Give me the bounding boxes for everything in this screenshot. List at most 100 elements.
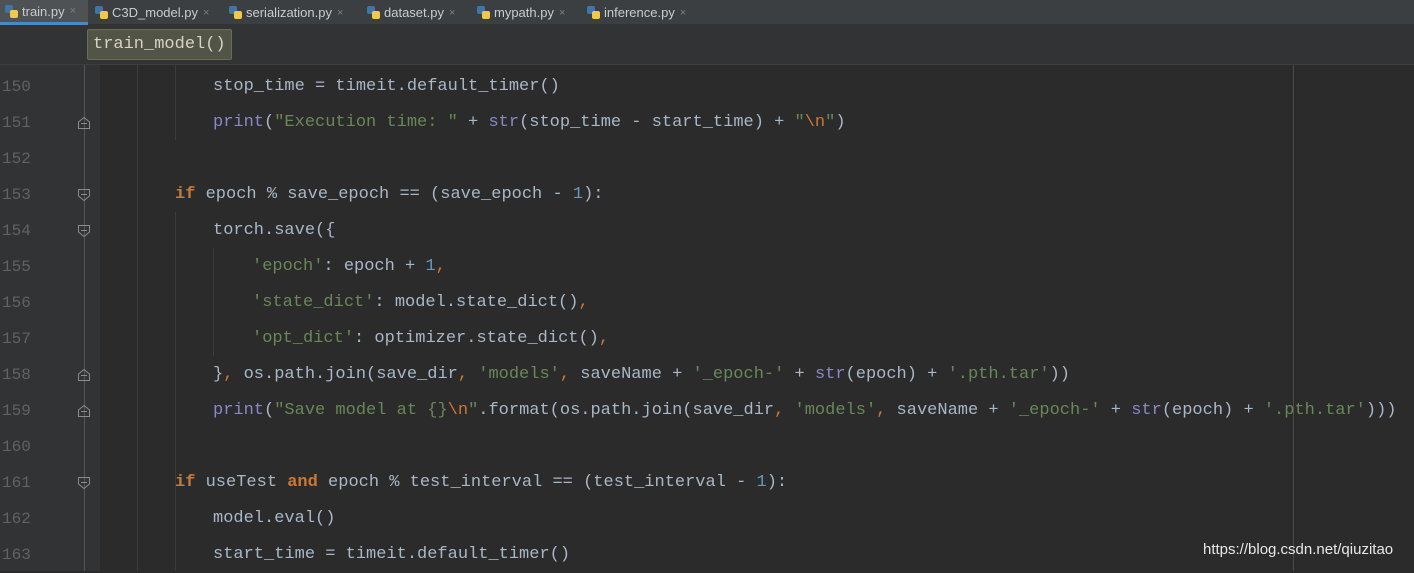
- indent-guide: [175, 65, 176, 140]
- tab-train-py[interactable]: train.py ×: [0, 0, 88, 25]
- code-line[interactable]: 150 stop_time = timeit.default_timer(): [0, 69, 1414, 105]
- line-number: 158: [2, 366, 31, 384]
- code-token: )): [1049, 365, 1071, 384]
- code-token: str: [488, 113, 520, 132]
- fold-start-icon[interactable]: [77, 188, 91, 202]
- line-number: 154: [2, 222, 31, 240]
- code-token: ,: [774, 401, 785, 420]
- tab-mypath-py[interactable]: mypath.py ×: [472, 0, 580, 25]
- code-line[interactable]: 154 torch.save({: [0, 213, 1414, 249]
- code-token: ": [825, 113, 836, 132]
- line-number: 153: [2, 186, 31, 204]
- code-line[interactable]: 151 print("Execution time: " + str(stop_t…: [0, 105, 1414, 141]
- python-file-icon: [367, 6, 380, 19]
- code-text: }, os.path.join(save_dir, 'models', save…: [213, 357, 1070, 393]
- code-token: ,: [223, 365, 234, 384]
- tab-inference-py[interactable]: inference.py ×: [582, 0, 692, 25]
- code-text: stop_time = timeit.default_timer(): [213, 69, 560, 105]
- code-token: str: [814, 365, 846, 384]
- close-icon[interactable]: ×: [559, 7, 565, 19]
- fold-end-icon[interactable]: [77, 116, 91, 130]
- close-icon[interactable]: ×: [203, 7, 209, 19]
- line-number: 152: [2, 150, 31, 168]
- code-token: : optimizer.state_dict(): [354, 329, 599, 348]
- code-text: 'opt_dict': optimizer.state_dict(),: [252, 321, 609, 357]
- code-token: 'state_dict': [252, 293, 375, 312]
- code-token: '.pth.tar': [947, 365, 1050, 384]
- line-number: 161: [2, 474, 31, 492]
- line-number: 160: [2, 438, 31, 456]
- code-token: 1: [425, 257, 436, 276]
- tab-label: C3D_model.py: [112, 5, 198, 20]
- code-line[interactable]: 158 }, os.path.join(save_dir, 'models', s…: [0, 357, 1414, 393]
- indent-guide: [213, 248, 214, 356]
- code-token: ,: [578, 293, 589, 312]
- code-line[interactable]: 160: [0, 429, 1414, 465]
- code-token: +: [1100, 401, 1132, 420]
- close-icon[interactable]: ×: [449, 7, 455, 19]
- code-token: saveName +: [570, 365, 693, 384]
- code-token: : model.state_dict(): [374, 293, 579, 312]
- line-number: 162: [2, 510, 31, 528]
- code-line[interactable]: 162 model.eval(): [0, 501, 1414, 537]
- fold-start-icon[interactable]: [77, 476, 91, 490]
- code-token: epoch % save_epoch == (save_epoch -: [195, 185, 573, 204]
- code-text: print("Save model at {}\n".format(os.pat…: [213, 393, 1397, 429]
- tab-c3d-model-py[interactable]: C3D_model.py ×: [90, 0, 222, 25]
- line-number: 151: [2, 114, 31, 132]
- close-icon[interactable]: ×: [337, 7, 343, 19]
- code-token: epoch % test_interval == (test_interval …: [317, 473, 757, 492]
- code-token: "Save model at {}: [274, 401, 448, 420]
- code-token: 1: [572, 185, 584, 204]
- code-line[interactable]: 153 if epoch % save_epoch == (save_epoch …: [0, 177, 1414, 213]
- code-text: if epoch % save_epoch == (save_epoch - 1…: [175, 177, 603, 213]
- close-icon[interactable]: ×: [70, 5, 76, 17]
- tab-label: inference.py: [604, 5, 675, 20]
- fold-start-icon[interactable]: [77, 224, 91, 238]
- python-file-icon: [229, 6, 242, 19]
- code-token: ): [835, 113, 846, 132]
- code-token: ):: [583, 185, 604, 204]
- code-line[interactable]: 159 print("Save model at {}\n".format(os.…: [0, 393, 1414, 429]
- code-token: str: [1131, 401, 1162, 420]
- code-text: 'epoch': epoch + 1,: [252, 249, 446, 285]
- code-line[interactable]: 152: [0, 141, 1414, 177]
- tab-dataset-py[interactable]: dataset.py ×: [362, 0, 470, 25]
- breadcrumb-function[interactable]: train_model(): [87, 29, 232, 60]
- tab-serialization-py[interactable]: serialization.py ×: [224, 0, 360, 25]
- code-token: (: [264, 113, 275, 132]
- code-token: +: [457, 113, 489, 132]
- code-token: model.eval(): [213, 509, 336, 528]
- code-token: (: [264, 401, 275, 420]
- tab-label: dataset.py: [384, 5, 444, 20]
- code-text: model.eval(): [213, 501, 335, 537]
- code-line[interactable]: 163 start_time = timeit.default_timer(): [0, 537, 1414, 573]
- code-token: if: [175, 473, 196, 492]
- fold-end-icon[interactable]: [77, 404, 91, 418]
- code-token: print: [213, 113, 265, 132]
- code-line[interactable]: 161 if useTest and epoch % test_interval …: [0, 465, 1414, 501]
- code-token: (epoch) +: [845, 365, 948, 384]
- code-token: ,: [876, 401, 887, 420]
- code-token: ,: [598, 329, 610, 348]
- code-token: }: [213, 365, 224, 384]
- watermark-text: https://blog.csdn.net/qiuzitao: [1203, 541, 1394, 558]
- tab-label: serialization.py: [246, 5, 332, 20]
- python-file-icon: [95, 6, 108, 19]
- code-text: print("Execution time: " + str(stop_time…: [213, 105, 846, 141]
- code-token: 1: [756, 473, 767, 492]
- code-token: 'models': [478, 365, 560, 384]
- code-token: '_epoch-': [1008, 401, 1101, 420]
- code-token: (epoch) +: [1161, 401, 1264, 420]
- line-number: 155: [2, 258, 31, 276]
- code-token: ": [468, 401, 479, 420]
- tab-label: mypath.py: [494, 5, 554, 20]
- line-number: 157: [2, 330, 31, 348]
- code-token: print: [213, 401, 265, 420]
- fold-end-icon[interactable]: [77, 368, 91, 382]
- close-icon[interactable]: ×: [680, 7, 686, 19]
- code-token: ))): [1365, 401, 1397, 420]
- code-token: +: [784, 365, 815, 384]
